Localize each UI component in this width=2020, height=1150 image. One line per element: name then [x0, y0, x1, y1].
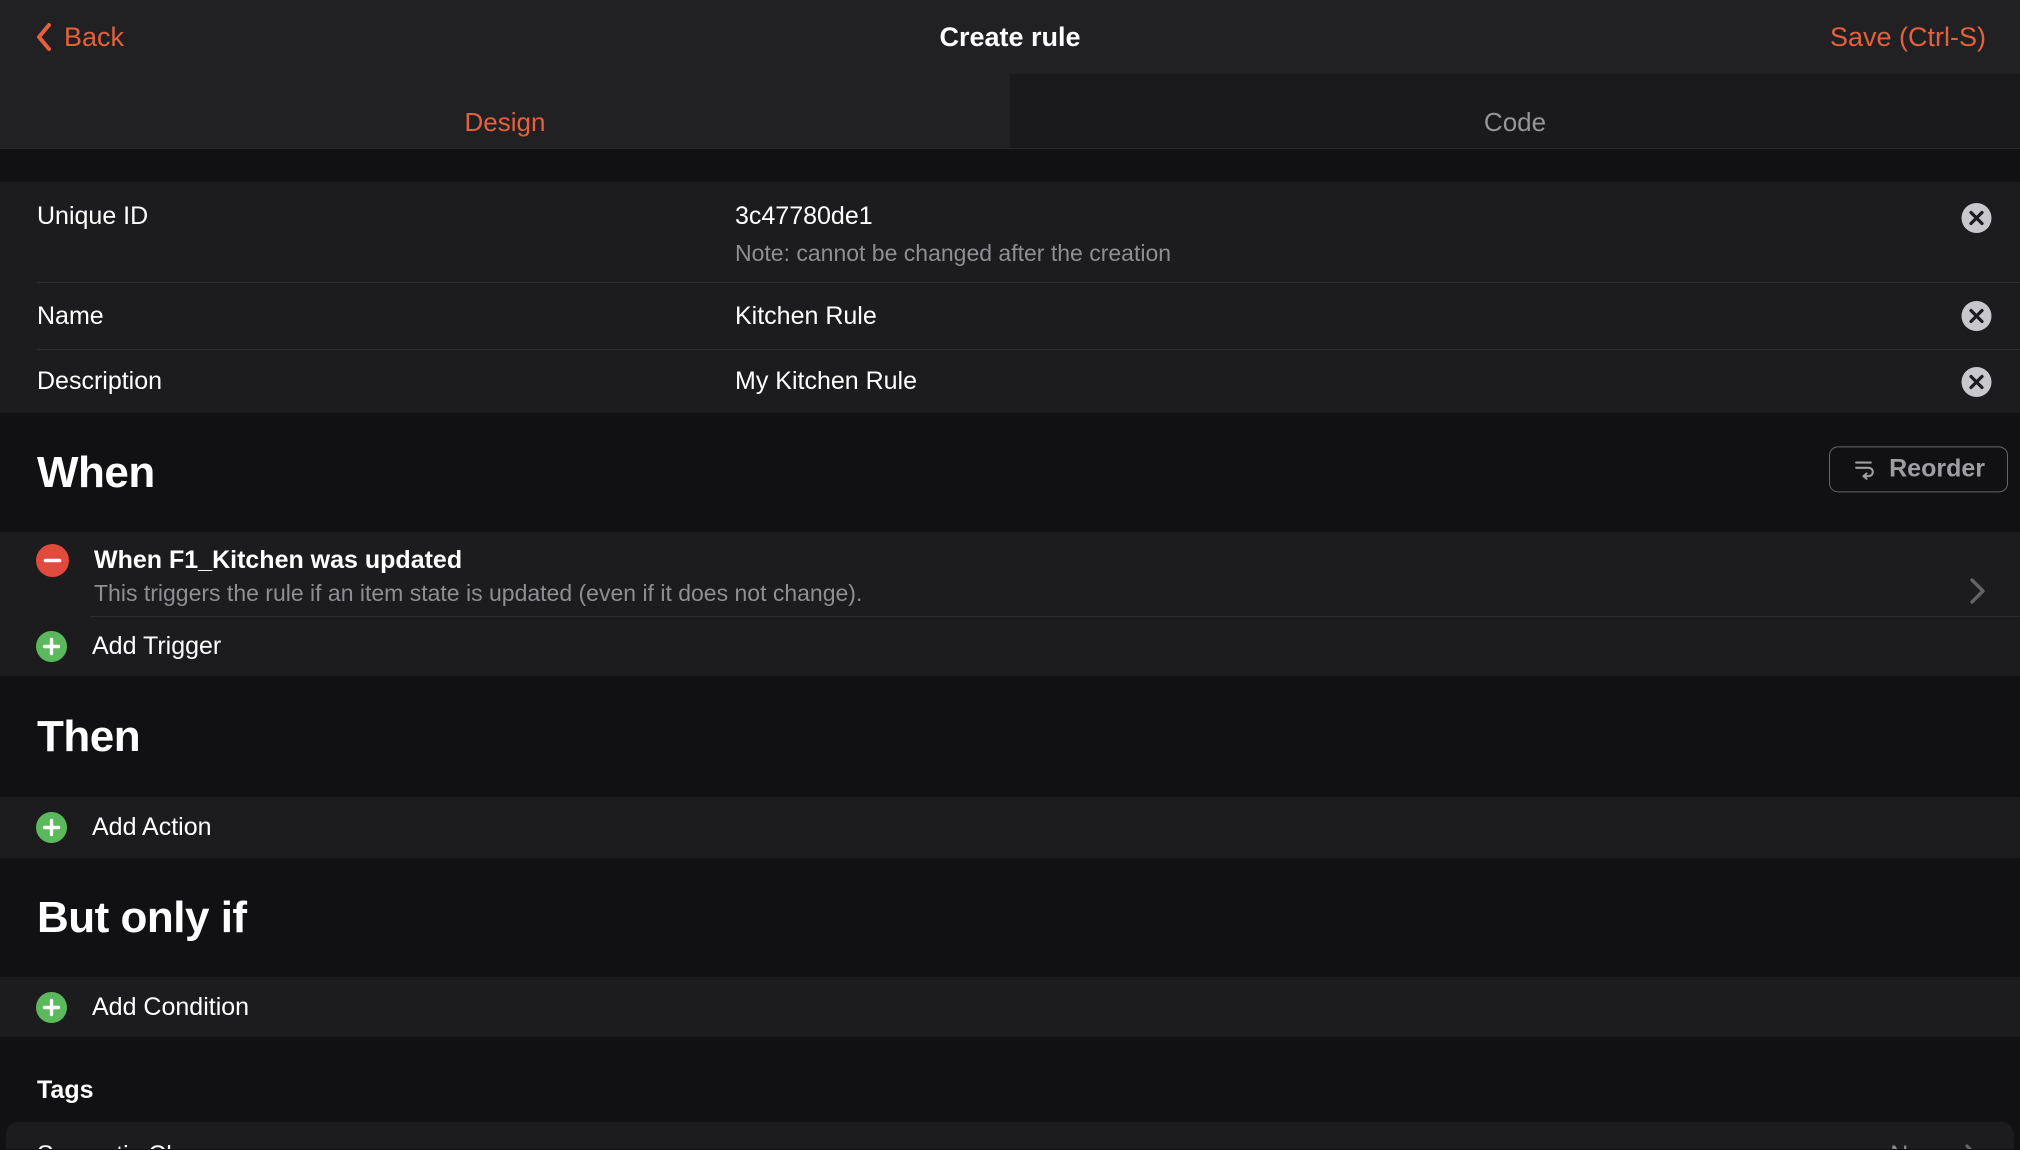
description-label: Description — [37, 367, 735, 396]
trigger-title: When F1_Kitchen was updated — [94, 544, 862, 577]
conditions-section-header: But only if — [0, 858, 2020, 977]
x-circle-icon — [1961, 203, 1992, 234]
back-button[interactable]: Back — [34, 21, 124, 53]
save-button[interactable]: Save (Ctrl-S) — [1830, 22, 1986, 53]
description-row[interactable]: Description My Kitchen Rule — [0, 350, 2020, 413]
add-trigger-label: Add Trigger — [92, 632, 221, 661]
semantic-class-label: Semantic Class — [37, 1141, 211, 1149]
conditions-list: Add Condition — [0, 977, 2020, 1037]
tags-section-header: Tags — [0, 1037, 2020, 1122]
plus-circle-icon — [36, 812, 67, 843]
trigger-item-row[interactable]: When F1_Kitchen was updated This trigger… — [0, 532, 2020, 616]
then-section-header: Then — [0, 676, 2020, 797]
trigger-subtitle: This triggers the rule if an item state … — [94, 577, 862, 610]
chevron-right-icon — [1969, 576, 1986, 606]
back-label: Back — [64, 22, 124, 53]
unique-id-row[interactable]: Unique ID 3c47780de1 Note: cannot be cha… — [0, 182, 2020, 282]
when-section-header: When Reorder — [0, 413, 2020, 532]
name-row[interactable]: Name Kitchen Rule — [0, 283, 2020, 349]
tabbar: Design Code — [0, 74, 2020, 149]
name-label: Name — [37, 302, 735, 331]
add-condition-label: Add Condition — [92, 993, 249, 1022]
tab-design[interactable]: Design — [0, 74, 1010, 148]
unique-id-note: Note: cannot be changed after the creati… — [735, 240, 1171, 267]
name-input[interactable]: Kitchen Rule — [735, 302, 877, 331]
chevron-left-icon — [34, 21, 54, 53]
then-title: Then — [37, 712, 140, 762]
plus-circle-icon — [36, 631, 67, 662]
clear-unique-id-button[interactable] — [1961, 203, 1992, 234]
description-input[interactable]: My Kitchen Rule — [735, 367, 917, 396]
add-trigger-row[interactable]: Add Trigger — [0, 617, 2020, 676]
clear-name-button[interactable] — [1961, 301, 1992, 332]
x-circle-icon — [1961, 301, 1992, 332]
add-action-row[interactable]: Add Action — [0, 797, 2020, 858]
unique-id-input[interactable]: 3c47780de1 — [735, 202, 1171, 231]
rule-meta-list: Unique ID 3c47780de1 Note: cannot be cha… — [0, 182, 2020, 413]
reorder-button[interactable]: Reorder — [1829, 446, 2008, 492]
navbar: Back Create rule Save (Ctrl-S) — [0, 0, 2020, 74]
triggers-list: When F1_Kitchen was updated This trigger… — [0, 532, 2020, 676]
spacer — [0, 149, 2020, 182]
reorder-label: Reorder — [1889, 454, 1985, 483]
but-only-if-title: But only if — [37, 893, 247, 943]
page-title: Create rule — [939, 22, 1080, 53]
plus-circle-icon — [36, 992, 67, 1023]
x-circle-icon — [1961, 366, 1992, 397]
add-condition-row[interactable]: Add Condition — [0, 977, 2020, 1037]
reorder-icon — [1852, 456, 1877, 481]
when-title: When — [37, 448, 155, 498]
semantic-class-row[interactable]: Semantic Class None — [6, 1122, 2014, 1149]
minus-circle-icon[interactable] — [36, 544, 69, 577]
chevron-right-icon — [1964, 1142, 1980, 1150]
tags-card: Semantic Class None — [6, 1122, 2014, 1149]
actions-list: Add Action — [0, 797, 2020, 858]
clear-description-button[interactable] — [1961, 366, 1992, 397]
add-action-label: Add Action — [92, 813, 212, 842]
tags-title: Tags — [37, 1076, 94, 1105]
tab-code[interactable]: Code — [1010, 74, 2020, 148]
semantic-class-value: None — [1890, 1141, 1950, 1149]
unique-id-label: Unique ID — [37, 202, 735, 231]
